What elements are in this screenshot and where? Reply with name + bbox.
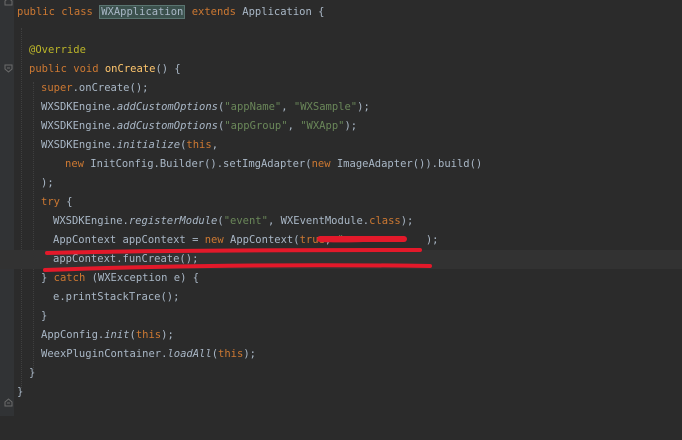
red-markup-overlay [43, 236, 432, 272]
code-editor[interactable]: public class WXApplication extends Appli… [0, 0, 682, 416]
red-underline-1 [45, 248, 422, 255]
red-underline-2 [43, 263, 432, 272]
